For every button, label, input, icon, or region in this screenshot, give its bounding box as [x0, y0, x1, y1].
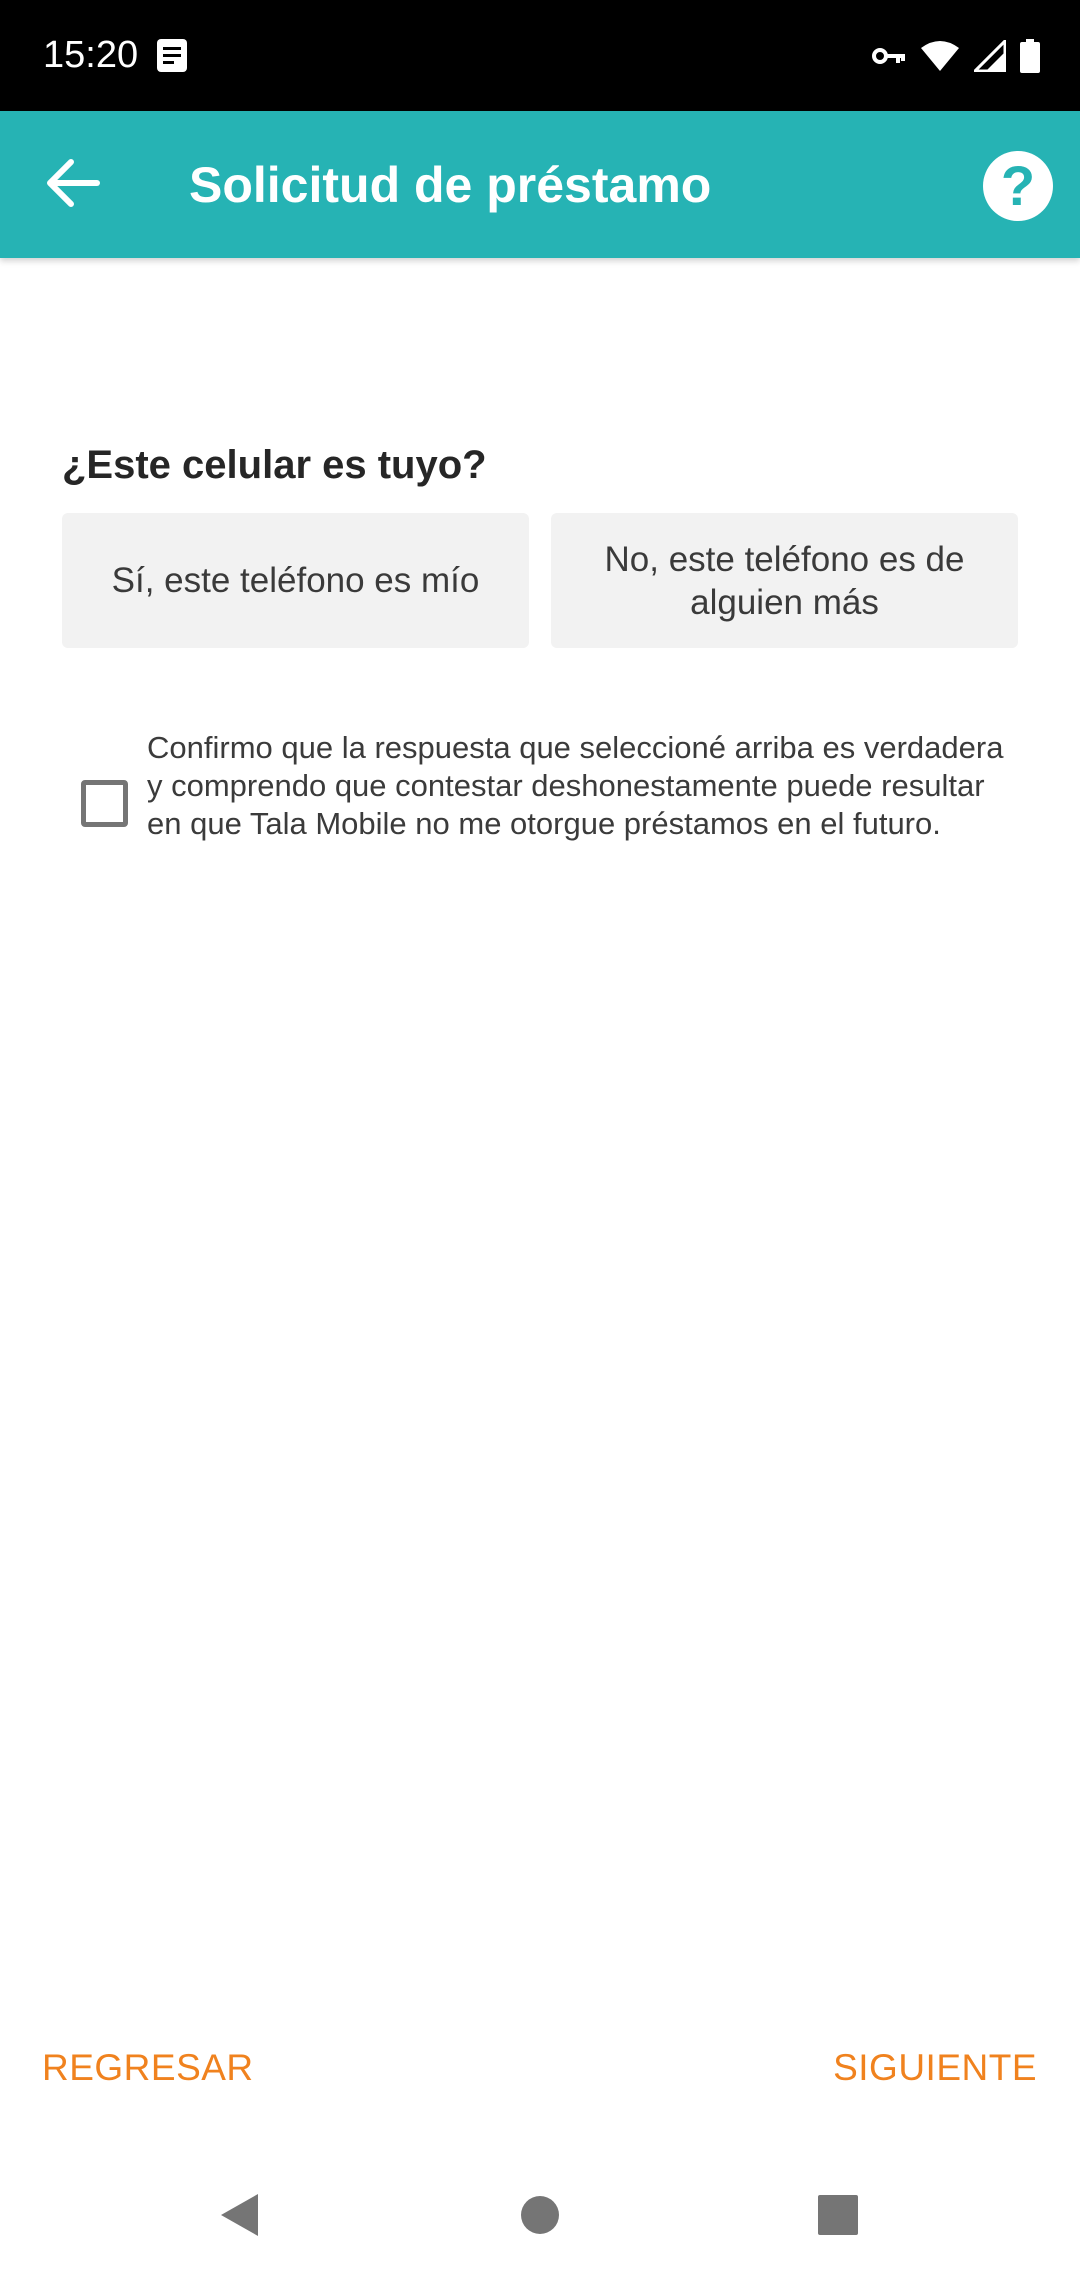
- question-label: ¿Este celular es tuyo?: [62, 443, 487, 487]
- back-button[interactable]: [30, 147, 116, 223]
- page-title: Solicitud de préstamo: [189, 157, 712, 213]
- vpn-key-icon: [872, 45, 906, 67]
- option-no-button[interactable]: No, este teléfono es de alguien más: [551, 513, 1018, 648]
- navigation-bar: [0, 2140, 1080, 2270]
- next-button[interactable]: SIGUIENTE: [833, 2040, 1037, 2096]
- signal-icon: [974, 40, 1006, 72]
- status-bar: 15:20: [0, 0, 1080, 111]
- option-yes-button[interactable]: Sí, este teléfono es mío: [62, 513, 529, 648]
- nav-home-icon[interactable]: [510, 2185, 570, 2245]
- app-bar: Solicitud de préstamo ?: [0, 111, 1080, 258]
- confirm-checkbox[interactable]: [81, 780, 128, 827]
- notification-doc-icon: [157, 39, 187, 72]
- nav-recent-icon[interactable]: [808, 2185, 868, 2245]
- nav-back-icon[interactable]: [209, 2185, 269, 2245]
- status-time: 15:20: [43, 34, 139, 76]
- back-text-button[interactable]: REGRESAR: [42, 2040, 254, 2096]
- help-icon[interactable]: ?: [983, 151, 1053, 221]
- battery-icon: [1020, 39, 1040, 73]
- status-icons: [872, 34, 1040, 78]
- confirm-text: Confirmo que la respuesta que seleccioné…: [147, 730, 1004, 841]
- wifi-icon: [920, 40, 960, 72]
- arrow-left-icon: [45, 158, 101, 213]
